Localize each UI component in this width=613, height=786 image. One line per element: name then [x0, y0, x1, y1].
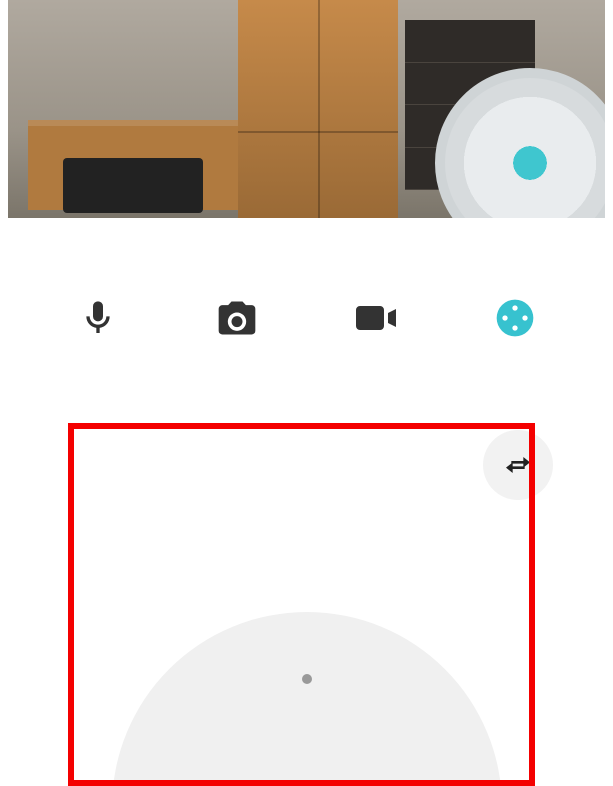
scene-box — [63, 158, 203, 213]
ptz-up-dot[interactable] — [302, 674, 312, 684]
swap-horiz-icon — [502, 449, 534, 481]
record-button[interactable] — [346, 288, 406, 348]
ptz-icon — [495, 298, 535, 338]
video-icon — [352, 294, 400, 342]
snapshot-button[interactable] — [207, 288, 267, 348]
ptz-panel — [8, 418, 605, 786]
scene-cabinet — [238, 0, 398, 218]
ptz-button[interactable] — [485, 288, 545, 348]
ptz-direction-pad[interactable] — [112, 612, 502, 786]
camera-toolbar — [8, 218, 605, 418]
ptz-mode-swap-button[interactable] — [483, 430, 553, 500]
camera-icon — [215, 296, 259, 340]
camera-app-screen — [0, 0, 613, 786]
mic-button[interactable] — [68, 288, 128, 348]
camera-live-feed[interactable] — [8, 0, 605, 218]
mic-icon — [78, 298, 118, 338]
